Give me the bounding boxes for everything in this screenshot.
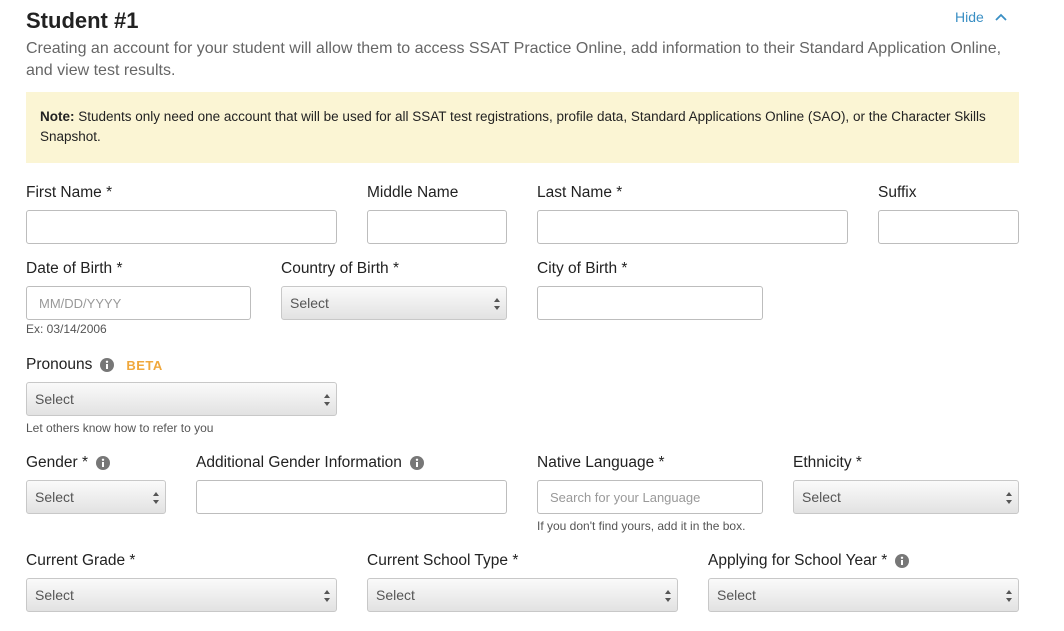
- ethnicity-select[interactable]: Select: [793, 480, 1019, 514]
- applying-year-select[interactable]: Select: [708, 578, 1019, 612]
- select-arrows-icon: [324, 394, 330, 406]
- middle-name-label: Middle Name: [367, 184, 459, 201]
- last-name-label: Last Name *: [537, 184, 623, 201]
- native-language-input[interactable]: [537, 480, 763, 514]
- current-school-type-label: Current School Type *: [367, 552, 519, 569]
- gender-label-row: Gender *: [26, 454, 111, 472]
- additional-gender-label: Additional Gender Information: [196, 454, 402, 471]
- info-icon[interactable]: [409, 456, 424, 470]
- gender-select[interactable]: Select: [26, 480, 166, 514]
- dob-label: Date of Birth *: [26, 260, 123, 277]
- current-school-type-select[interactable]: Select: [367, 578, 678, 612]
- applying-year-label-row: Applying for School Year *: [708, 552, 910, 570]
- gender-label: Gender *: [26, 454, 89, 471]
- suffix-label: Suffix: [878, 184, 917, 201]
- note-box: Note: Students only need one account tha…: [26, 92, 1019, 163]
- intro-text: Creating an account for your student wil…: [26, 40, 1002, 79]
- select-arrows-icon: [494, 298, 500, 310]
- pronouns-help: Let others know how to refer to you: [26, 421, 214, 435]
- pronouns-label: Pronouns: [26, 356, 93, 373]
- country-of-birth-value: Select: [290, 295, 329, 311]
- dob-help: Ex: 03/14/2006: [26, 322, 107, 336]
- current-grade-value: Select: [35, 587, 74, 603]
- select-arrows-icon: [1006, 590, 1012, 602]
- note-text: Students only need one account that will…: [40, 109, 986, 144]
- select-arrows-icon: [153, 492, 159, 504]
- additional-gender-input[interactable]: [196, 480, 507, 514]
- info-icon[interactable]: [96, 456, 111, 470]
- applying-year-label: Applying for School Year *: [708, 552, 888, 569]
- current-school-type-value: Select: [376, 587, 415, 603]
- gender-value: Select: [35, 489, 74, 505]
- select-arrows-icon: [665, 590, 671, 602]
- first-name-label: First Name *: [26, 184, 113, 201]
- suffix-input[interactable]: [878, 210, 1019, 244]
- info-icon[interactable]: [895, 554, 910, 568]
- beta-badge: BETA: [126, 357, 163, 373]
- native-language-help: If you don't find yours, add it in the b…: [537, 519, 746, 533]
- note-bold: Note:: [40, 109, 75, 124]
- info-icon[interactable]: [100, 358, 115, 372]
- pronouns-label-row: Pronouns BETA: [26, 356, 163, 374]
- first-name-input[interactable]: [26, 210, 337, 244]
- select-arrows-icon: [1006, 492, 1012, 504]
- city-of-birth-input[interactable]: [537, 286, 763, 320]
- city-of-birth-label: City of Birth *: [537, 260, 628, 277]
- current-grade-label: Current Grade *: [26, 552, 136, 569]
- middle-name-input[interactable]: [367, 210, 507, 244]
- additional-gender-label-row: Additional Gender Information: [196, 454, 424, 472]
- ethnicity-label: Ethnicity *: [793, 454, 862, 471]
- pronouns-select[interactable]: Select: [26, 382, 337, 416]
- dob-input[interactable]: [26, 286, 251, 320]
- current-grade-select[interactable]: Select: [26, 578, 337, 612]
- hide-label: Hide: [955, 9, 984, 25]
- chevron-up-icon: [995, 13, 1007, 21]
- select-arrows-icon: [324, 590, 330, 602]
- ethnicity-value: Select: [802, 489, 841, 505]
- native-language-label: Native Language *: [537, 454, 665, 471]
- hide-toggle[interactable]: Hide: [955, 9, 1008, 25]
- page-title: Student #1: [26, 8, 139, 33]
- country-of-birth-select[interactable]: Select: [281, 286, 507, 320]
- pronouns-value: Select: [35, 391, 74, 407]
- last-name-input[interactable]: [537, 210, 848, 244]
- country-of-birth-label: Country of Birth *: [281, 260, 400, 277]
- applying-year-value: Select: [717, 587, 756, 603]
